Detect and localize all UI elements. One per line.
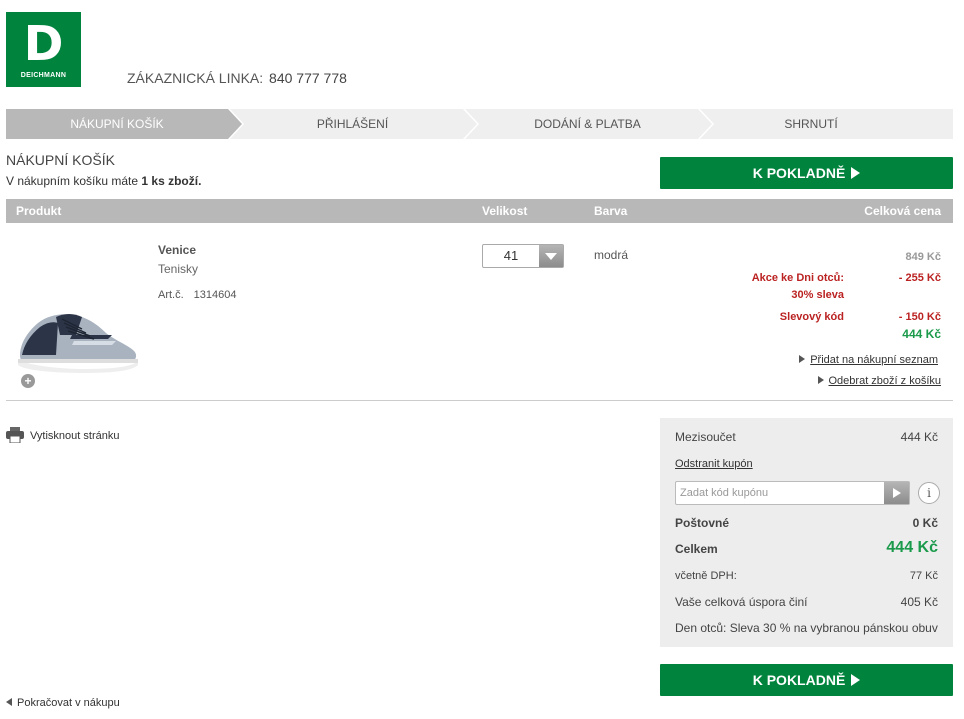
cart-subtitle-prefix: V nákupním košíku máte [6,174,142,188]
checkout-button-label: K POKLADNĚ [752,165,846,181]
shipping-label: Poštovné [675,516,730,530]
product-name[interactable]: Venice [158,243,196,257]
promo-discount: - 255 Kč [898,272,941,284]
size-value: 41 [503,248,519,263]
remove-item-label: Odebrat zboží z košíku [828,375,942,387]
col-total-price: Celková cena [864,204,941,218]
logo-text: DEICHMANN [20,72,67,79]
print-label: Vytisknout stránku [30,430,120,442]
arrow-right-icon [817,376,824,384]
printer-icon [6,427,24,443]
subtotal-label: Mezisoučet [675,430,736,444]
subtotal-row: Mezisoučet 444 Kč [675,430,938,444]
zoom-icon[interactable]: + [21,374,35,388]
promo-note: Den otců: Sleva 30 % na vybranou pánskou… [675,621,938,635]
checkout-button-bottom[interactable]: K POKLADNĚ [660,664,953,696]
play-arrow-icon [851,674,861,686]
chevron-down-icon[interactable] [539,245,563,267]
total-row: Celkem 444 Kč [675,539,938,556]
savings-value: 405 Kč [900,595,938,609]
savings-label: Vaše celková úspora činí [675,595,808,609]
size-select[interactable]: 41 [482,244,564,268]
continue-shopping-link[interactable]: Pokračovat v nákupu [6,697,120,709]
add-to-shopping-list-link[interactable]: Přidat na nákupní seznam [799,354,938,366]
divider [6,400,953,401]
cart-title: NÁKUPNÍ KOŠÍK [6,152,115,168]
article-label: Art.č. [158,289,184,301]
total-value: 444 Kč [886,539,938,556]
product-color: modrá [594,248,629,262]
voucher-label: Slevový kód [779,311,844,323]
hotline-number: 840 777 778 [269,70,347,86]
coupon-code-input[interactable] [675,481,910,505]
price-original: 849 Kč [905,251,941,263]
product-image-sneaker[interactable] [16,305,140,373]
vat-value: 77 Kč [909,570,938,582]
shipping-value: 0 Kč [912,516,938,530]
arrow-left-icon [6,698,12,706]
step-login[interactable]: PŘIHLÁŠENÍ [242,109,463,139]
col-size: Velikost [482,204,528,218]
remove-coupon-link[interactable]: Odstranit kupón [675,458,753,470]
hotline-label: ZÁKAZNICKÁ LINKA: [127,70,264,86]
info-icon[interactable]: i [918,482,940,504]
price-final: 444 Kč [902,327,941,341]
checkout-button-label: K POKLADNĚ [752,672,846,688]
subtotal-value: 444 Kč [900,430,938,444]
remove-item-link[interactable]: Odebrat zboží z košíku [817,375,942,387]
promo-label-line1: Akce ke Dni otců: [751,272,844,284]
continue-label: Pokračovat v nákupu [17,697,120,709]
voucher-discount: - 150 Kč [898,311,941,323]
deichmann-logo[interactable]: D DEICHMANN [6,12,81,87]
col-color: Barva [594,204,628,218]
checkout-button-top[interactable]: K POKLADNĚ [660,157,953,189]
cart-table-header: Produkt Velikost Barva Celková cena [6,199,953,223]
play-arrow-icon [851,167,861,179]
print-page-link[interactable]: Vytisknout stránku [6,427,119,443]
article-value: 1314604 [193,289,237,301]
product-type: Tenisky [158,262,199,276]
total-label: Celkem [675,542,718,556]
vat-label: včetně DPH: [675,570,737,582]
promo-label-line2: 30% sleva [791,289,844,301]
coupon-submit-button[interactable] [884,482,909,504]
customer-hotline: ZÁKAZNICKÁ LINKA: 840 777 778 [127,70,347,86]
logo-letter: D [23,16,64,72]
cart-item-count: 1 ks zboží. [141,174,202,188]
arrow-right-icon [799,355,806,363]
step-summary[interactable]: SHRNUTÍ [712,109,910,139]
savings-row: Vaše celková úspora činí 405 Kč [675,595,938,609]
shipping-row: Poštovné 0 Kč [675,516,938,530]
checkout-steps: NÁKUPNÍ KOŠÍK PŘIHLÁŠENÍ DODÁNÍ & PLATBA… [6,109,953,139]
col-product: Produkt [16,204,62,218]
order-summary: Mezisoučet 444 Kč Odstranit kupón i Pošt… [660,418,953,647]
cart-subtitle: V nákupním košíku máte 1 ks zboží. [6,174,201,188]
product-article-number: Art.č. 1314604 [158,289,237,301]
step-cart: NÁKUPNÍ KOŠÍK [70,117,164,131]
vat-row: včetně DPH: 77 Kč [675,570,938,582]
step-delivery-payment[interactable]: DODÁNÍ & PLATBA [477,109,698,139]
add-to-list-label: Přidat na nákupní seznam [810,354,938,366]
